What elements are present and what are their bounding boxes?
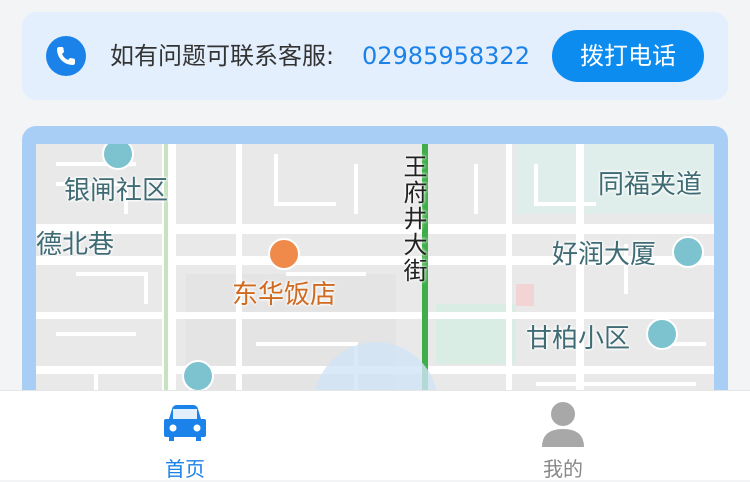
contact-label: 如有问题可联系客服: (110, 42, 335, 70)
contact-phone-number[interactable]: 02985958322 (362, 12, 530, 100)
office-building-icon (672, 236, 704, 268)
tab-me-label: 我的 (543, 457, 583, 481)
map-view[interactable]: 银闸社区 德北巷 东华饭店 王府井大街 同福夹道 好润大厦 甘柏小区 (36, 144, 714, 426)
map-label-restaurant[interactable]: 东华饭店 (232, 274, 336, 311)
map-label-road: 同福夹道 (598, 170, 703, 200)
user-icon (542, 402, 584, 447)
map-label-community-2: 甘柏小区 (526, 324, 631, 354)
map-label-alley: 德北巷 (36, 230, 115, 260)
bottom-tab-bar: 首页 我的 (0, 390, 750, 481)
map-label-community-1: 银闸社区 (64, 176, 169, 206)
call-button[interactable]: 拨打电话 (552, 30, 704, 82)
tab-home[interactable]: 首页 (85, 391, 285, 481)
building-icon (182, 360, 214, 392)
residence-icon (646, 318, 678, 350)
phone-icon (46, 36, 86, 76)
map-card: 银闸社区 德北巷 东华饭店 王府井大街 同福夹道 好润大厦 甘柏小区 (22, 126, 728, 426)
map-label-building: 好润大厦 (552, 240, 657, 270)
tab-me[interactable]: 我的 (463, 391, 663, 481)
restaurant-icon (268, 238, 300, 270)
map-label-street: 王府井大街 (399, 154, 427, 284)
car-icon (164, 405, 206, 441)
customer-service-card: 如有问题可联系客服: 02985958322 拨打电话 (22, 12, 728, 100)
tab-home-label: 首页 (165, 457, 205, 481)
